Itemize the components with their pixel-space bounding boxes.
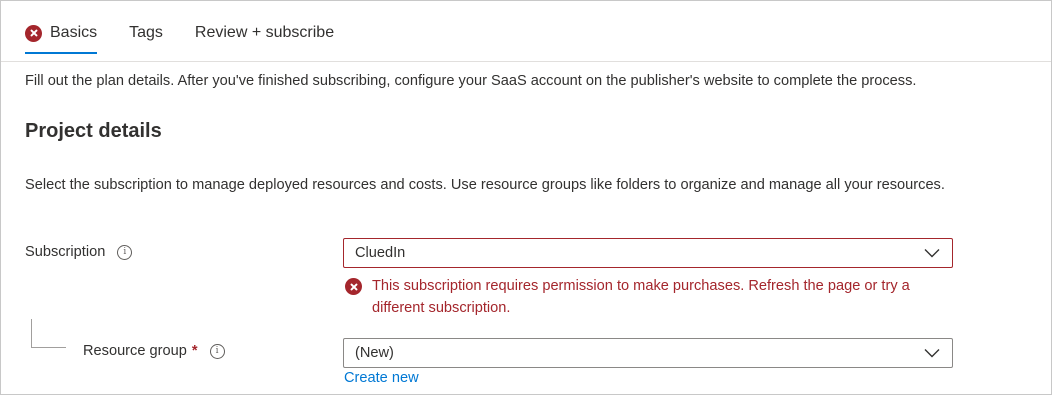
- resource-group-label: Resource group * i: [83, 343, 225, 359]
- info-icon[interactable]: i: [117, 244, 133, 260]
- tab-divider: [1, 61, 1051, 62]
- tab-label: Review + subscribe: [194, 24, 335, 41]
- tab-label: Tags: [129, 24, 163, 41]
- tab-label: Basics: [50, 24, 98, 41]
- chevron-down-icon: [924, 349, 940, 358]
- subscription-value: CluedIn: [355, 245, 406, 261]
- resource-group-value: (New): [355, 345, 394, 361]
- tab-tags[interactable]: Tags: [129, 19, 163, 47]
- subscription-dropdown[interactable]: CluedIn: [343, 238, 953, 268]
- subscribe-form-panel: Basics Tags Review + subscribe Fill out …: [0, 0, 1052, 395]
- subscription-error-message: This subscription requires permission to…: [345, 275, 945, 319]
- intro-text: Fill out the plan details. After you've …: [25, 73, 917, 89]
- subscription-label: Subscription i: [25, 244, 133, 260]
- required-marker: *: [191, 343, 198, 359]
- section-heading: Project details: [25, 120, 162, 142]
- error-text: This subscription requires permission to…: [372, 278, 910, 316]
- error-icon: [25, 24, 42, 42]
- tree-connector: [31, 319, 66, 348]
- subscription-label-text: Subscription: [25, 244, 106, 260]
- section-description: Select the subscription to manage deploy…: [25, 177, 945, 193]
- tab-review-subscribe[interactable]: Review + subscribe: [195, 19, 334, 47]
- create-new-link[interactable]: Create new: [344, 370, 419, 386]
- resource-group-dropdown[interactable]: (New): [343, 338, 953, 368]
- error-icon: [345, 278, 362, 295]
- tab-basics[interactable]: Basics: [25, 19, 98, 54]
- tab-bar: Basics Tags Review + subscribe: [25, 19, 334, 54]
- chevron-down-icon: [924, 249, 940, 258]
- info-icon[interactable]: i: [209, 343, 225, 359]
- resource-group-label-text: Resource group: [83, 343, 187, 359]
